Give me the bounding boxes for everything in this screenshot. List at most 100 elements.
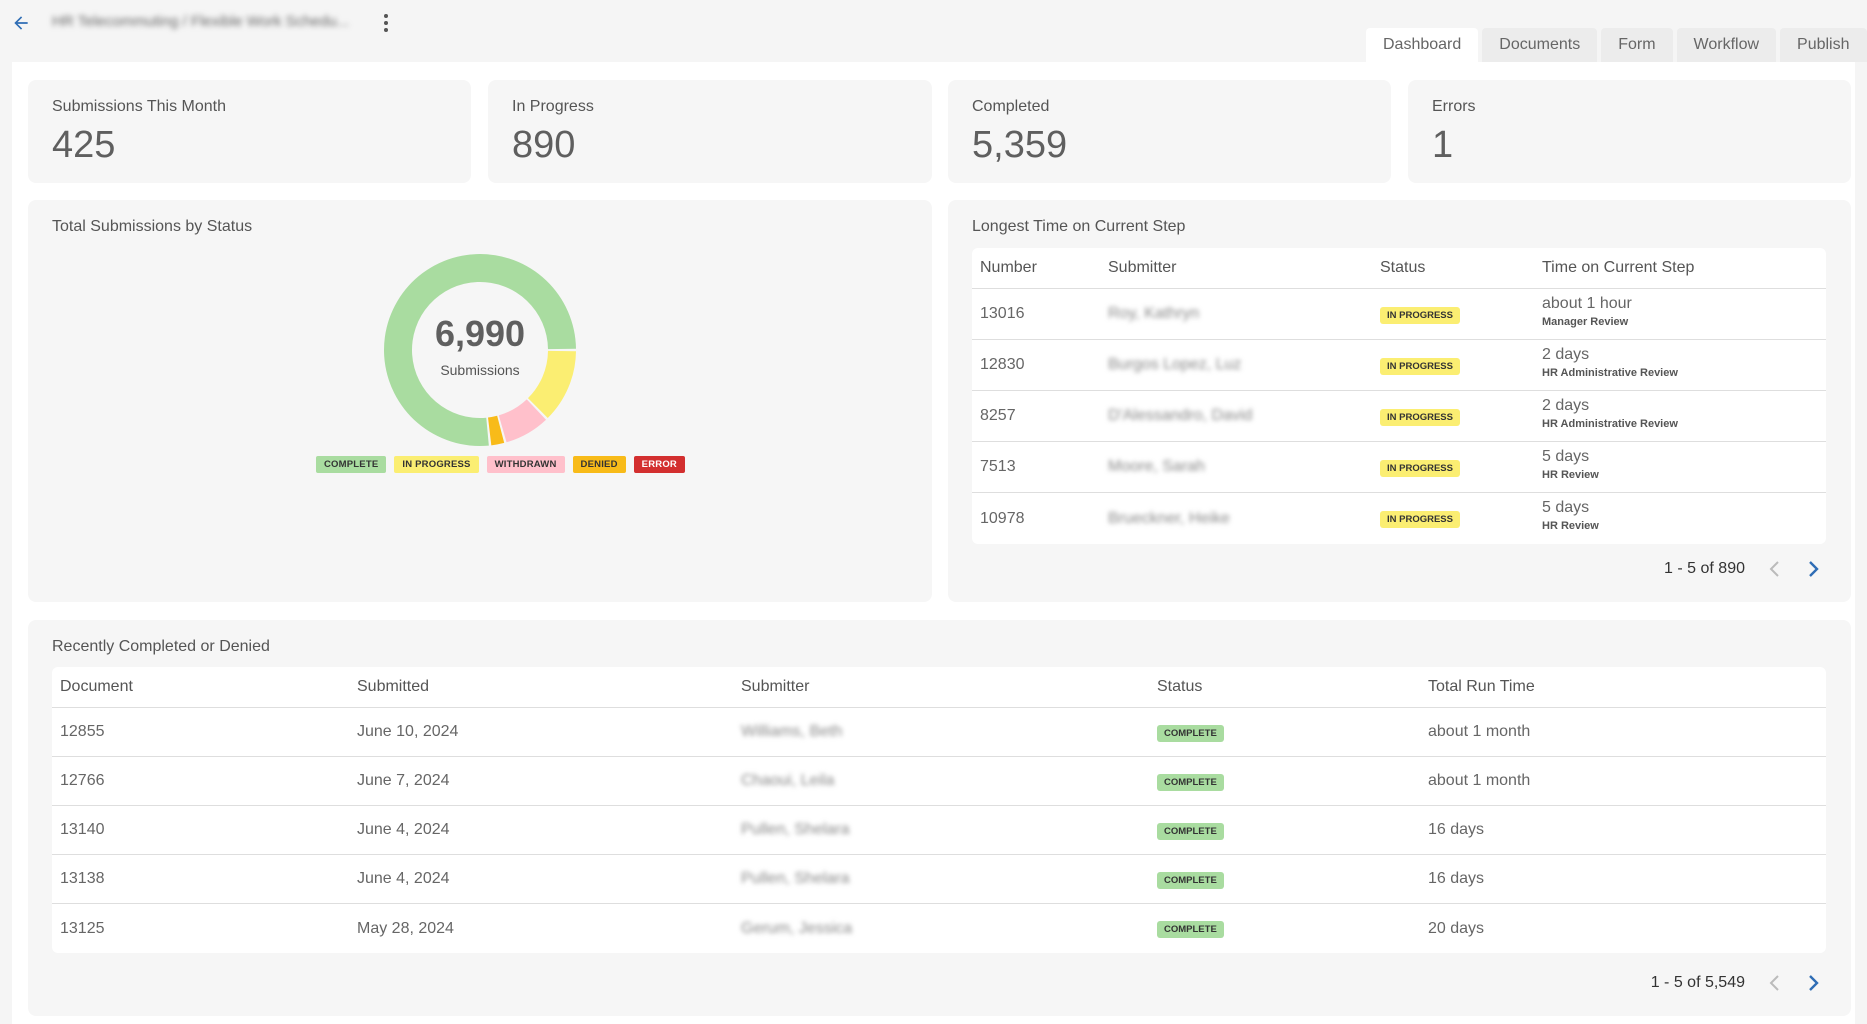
- cell-submitter: Burgos Lopez, Luz: [1108, 356, 1242, 373]
- col-document: Document: [60, 678, 133, 695]
- pager-range: 1 - 5 of 890: [1664, 560, 1745, 577]
- tab-dashboard[interactable]: Dashboard: [1366, 28, 1479, 62]
- cell-time: 5 days HR Review: [1542, 499, 1599, 533]
- table-row[interactable]: 10978 Brueckner, Heike IN PROGRESS 5 days HR…: [972, 493, 1826, 544]
- more-menu-button[interactable]: [378, 10, 394, 36]
- cell-number: 12830: [980, 356, 1025, 373]
- cell-number: 13016: [980, 305, 1025, 322]
- cell-document: 13125: [60, 919, 105, 937]
- donut-sublabel: Submissions: [440, 362, 520, 378]
- stat-label: Submissions This Month: [52, 98, 226, 115]
- table-row[interactable]: 12830 Burgos Lopez, Luz IN PROGRESS 2 days H…: [972, 340, 1826, 391]
- next-page-button[interactable]: [1803, 558, 1825, 580]
- time-on-step: 2 days: [1542, 397, 1590, 414]
- table-row[interactable]: 12855 June 10, 2024 Williams, Beth COMPLETE…: [52, 708, 1826, 757]
- cell-status: IN PROGRESS: [1380, 356, 1460, 375]
- table-row[interactable]: 13140 June 4, 2024 Pullen, Shelara COMPLETE…: [52, 806, 1826, 855]
- cell-runtime: about 1 month: [1428, 723, 1531, 740]
- time-on-step: 5 days: [1542, 448, 1590, 465]
- status-badge: COMPLETE: [1157, 822, 1224, 840]
- cell-submitter: Moore, Sarah: [1108, 458, 1205, 475]
- donut-total: 6,990: [434, 313, 526, 354]
- chart-legend: COMPLETE IN PROGRESS WITHDRAWN DENIED ERROR: [316, 456, 685, 473]
- legend-item-in-progress: IN PROGRESS: [394, 456, 479, 473]
- col-submitter: Submitter: [1108, 259, 1177, 276]
- prev-page-button[interactable]: [1763, 558, 1785, 580]
- status-badge: IN PROGRESS: [1380, 459, 1460, 477]
- back-button[interactable]: [8, 10, 34, 36]
- table-row[interactable]: 7513 Moore, Sarah IN PROGRESS 5 days HR Revi…: [972, 442, 1826, 493]
- status-badge: COMPLETE: [1157, 921, 1224, 938]
- more-vert-icon-dot: [384, 21, 388, 25]
- current-step: HR Review: [1542, 520, 1599, 532]
- legend-item-denied: DENIED: [572, 456, 626, 473]
- cell-time: 5 days HR Review: [1542, 448, 1599, 482]
- longest-time-card: Longest Time on Current Step Number Subm…: [948, 200, 1851, 602]
- col-submitter: Submitter: [741, 678, 810, 695]
- tab-documents[interactable]: Documents: [1482, 28, 1598, 62]
- stat-card-errors: Errors 1: [1408, 80, 1851, 183]
- cell-submitted: June 4, 2024: [357, 870, 450, 887]
- stat-value: 1: [1432, 124, 1454, 166]
- cell-submitted: June 7, 2024: [357, 772, 450, 789]
- cell-status: COMPLETE: [1157, 821, 1224, 840]
- tab-bar: Dashboard Documents Form Workflow Publis…: [1366, 28, 1867, 62]
- stat-card-in-progress: In Progress 890: [488, 80, 932, 183]
- cell-document: 12766: [60, 772, 105, 789]
- current-step: HR Administrative Review: [1542, 367, 1678, 379]
- cell-submitter: Williams, Beth: [741, 723, 843, 740]
- cell-submitter: Brueckner, Heike: [1108, 509, 1230, 527]
- card-title: Recently Completed or Denied: [52, 638, 270, 655]
- more-vert-icon-dot: [384, 28, 388, 32]
- cell-status: COMPLETE: [1157, 723, 1224, 742]
- cell-number: 10978: [980, 509, 1025, 527]
- tab-form[interactable]: Form: [1601, 28, 1673, 62]
- status-badge: IN PROGRESS: [1380, 511, 1460, 528]
- cell-document: 13138: [60, 870, 105, 887]
- cell-submitted: May 28, 2024: [357, 919, 454, 937]
- status-badge: COMPLETE: [1157, 724, 1224, 742]
- status-badge: IN PROGRESS: [1380, 408, 1460, 426]
- legend-item-withdrawn: WITHDRAWN: [486, 456, 565, 473]
- table-row[interactable]: 12766 June 7, 2024 Chaoui, Leila COMPLETE ab…: [52, 757, 1826, 806]
- cell-submitter: Pullen, Shelara: [741, 821, 850, 838]
- tab-publish[interactable]: Publish: [1780, 28, 1867, 62]
- longest-pager: 1 - 5 of 890: [1664, 558, 1825, 580]
- table-row[interactable]: 8257 D'Alessandro, David IN PROGRESS 2 days…: [972, 391, 1826, 442]
- time-on-step: 5 days: [1542, 499, 1590, 516]
- chevron-left-icon: [1769, 561, 1779, 577]
- cell-runtime: 16 days: [1428, 821, 1485, 838]
- col-status: Status: [1380, 259, 1426, 276]
- table-body: 13016 Roy, Kathryn IN PROGRESS about 1 hour…: [972, 289, 1826, 544]
- cell-submitter: Roy, Kathryn: [1108, 305, 1200, 322]
- cell-time: about 1 hour Manager Review: [1542, 295, 1632, 329]
- cell-status: IN PROGRESS: [1380, 458, 1460, 477]
- recent-card: Recently Completed or Denied Document Su…: [28, 620, 1851, 1016]
- table-row[interactable]: 13125 May 28, 2024 Gerum, Jessica COMPLETE 2…: [52, 904, 1826, 953]
- cell-document: 12855: [60, 723, 105, 740]
- chevron-right-icon: [1809, 975, 1819, 991]
- stat-value: 890: [512, 124, 576, 166]
- table-row[interactable]: 13016 Roy, Kathryn IN PROGRESS about 1 hour…: [972, 289, 1826, 340]
- tab-workflow[interactable]: Workflow: [1676, 28, 1777, 62]
- prev-page-button[interactable]: [1763, 972, 1785, 994]
- dashboard-content: Submissions This Month 425 In Progress 8…: [12, 62, 1855, 1024]
- cell-number: 8257: [980, 407, 1016, 424]
- card-title: Longest Time on Current Step: [972, 218, 1186, 235]
- cell-number: 7513: [980, 458, 1016, 475]
- col-time: Time on Current Step: [1542, 259, 1695, 276]
- col-number: Number: [980, 259, 1037, 276]
- card-title: Total Submissions by Status: [52, 218, 253, 235]
- table-header: Document Submitted Submitter Status Tota…: [52, 667, 1826, 708]
- donut-center: 6,990 Submissions: [378, 248, 582, 452]
- stat-value: 425: [52, 124, 116, 166]
- time-on-step: 2 days: [1542, 346, 1590, 363]
- pager-range: 1 - 5 of 5,549: [1650, 974, 1745, 991]
- cell-runtime: 20 days: [1428, 919, 1485, 937]
- cell-status: COMPLETE: [1157, 870, 1224, 889]
- next-page-button[interactable]: [1803, 972, 1825, 994]
- table-row[interactable]: 13138 June 4, 2024 Pullen, Shelara COMPLETE…: [52, 855, 1826, 904]
- stat-card-completed: Completed 5,359: [948, 80, 1391, 183]
- current-step: HR Review: [1542, 469, 1599, 481]
- recent-pager: 1 - 5 of 5,549: [1651, 972, 1825, 994]
